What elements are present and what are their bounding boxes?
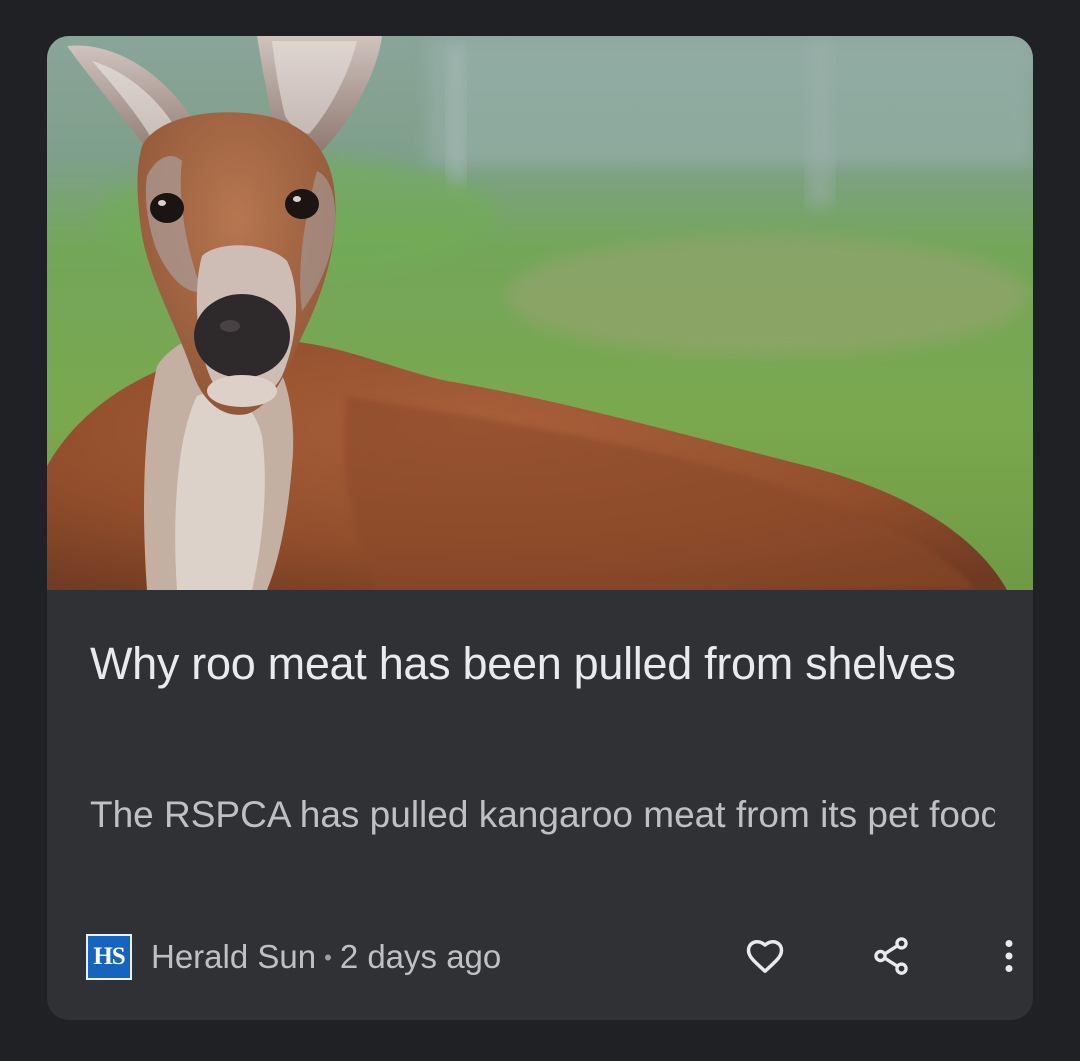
meta-separator: •: [324, 945, 332, 970]
source-name[interactable]: Herald Sun: [151, 938, 316, 975]
news-card[interactable]: Why roo meat has been pulled from shelve…: [47, 36, 1033, 1020]
article-snippet[interactable]: The RSPCA has pulled kangaroo meat from …: [90, 786, 995, 844]
heart-outline-icon: [746, 939, 784, 973]
share-button[interactable]: [863, 928, 919, 984]
source-meta: Herald Sun • 2 days ago: [151, 936, 501, 979]
source-logo[interactable]: HS: [86, 934, 132, 980]
more-vert-icon: [1005, 940, 1013, 972]
kangaroo-photo: [47, 36, 1033, 590]
article-image[interactable]: [47, 36, 1033, 590]
card-footer: HS Herald Sun • 2 days ago: [86, 928, 1013, 984]
more-options-button[interactable]: [981, 928, 1033, 984]
like-button[interactable]: [737, 928, 793, 984]
article-age: 2 days ago: [339, 938, 502, 975]
article-headline[interactable]: Why roo meat has been pulled from shelve…: [90, 632, 970, 696]
share-icon: [874, 937, 908, 975]
